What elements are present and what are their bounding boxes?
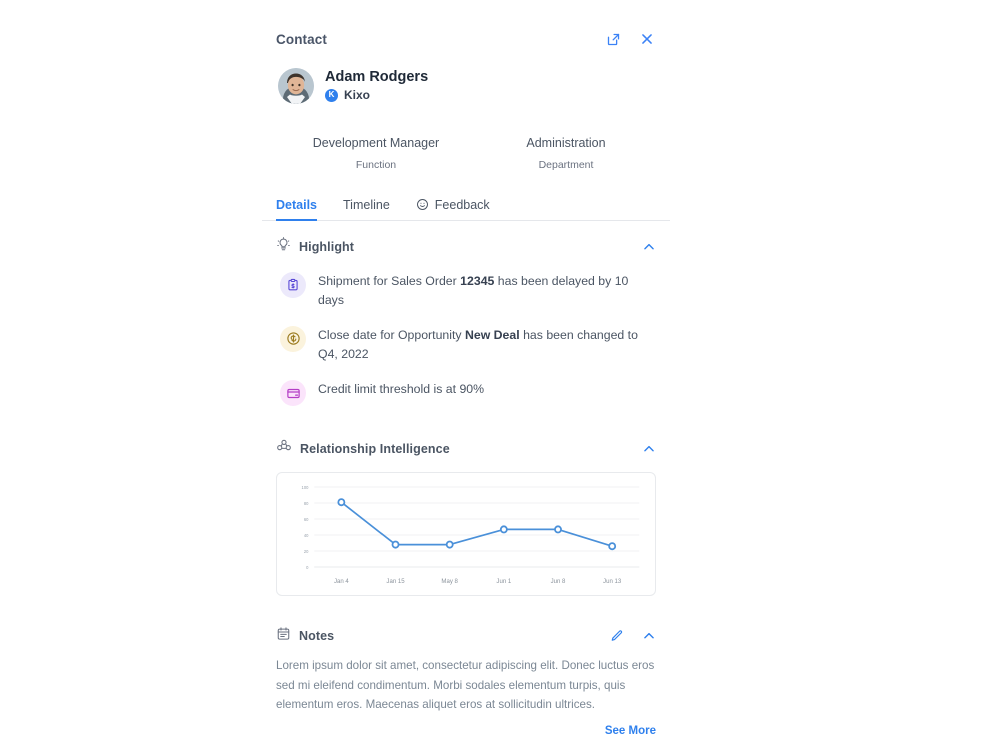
svg-text:60: 60 — [304, 517, 309, 522]
highlight-text-pre: Shipment for Sales Order — [318, 273, 461, 288]
company-name[interactable]: Kixo — [344, 88, 370, 102]
tab-label: Feedback — [434, 197, 490, 212]
notes-section: Notes Lorem ipsum dolor sit amet, consec… — [262, 610, 670, 741]
svg-text:20: 20 — [304, 549, 309, 554]
pencil-icon[interactable] — [610, 629, 624, 643]
section-title: Notes — [299, 629, 335, 644]
svg-text:40: 40 — [304, 533, 309, 538]
highlight-text: Close date for Opportunity New Deal has … — [318, 325, 656, 364]
close-icon[interactable] — [638, 30, 656, 48]
header-actions — [604, 30, 656, 48]
tab-timeline[interactable]: Timeline — [343, 198, 390, 221]
list-item[interactable]: Close date for Opportunity New Deal has … — [276, 325, 656, 364]
attribute-value: Administration — [526, 136, 606, 150]
list-item[interactable]: Shipment for Sales Order 12345 has been … — [276, 271, 656, 310]
section-title: Highlight — [299, 239, 355, 254]
attributes-row: Development Manager Function Administrat… — [262, 104, 670, 173]
svg-text:Jun 13: Jun 13 — [603, 578, 622, 585]
notes-header-left: Notes — [276, 626, 334, 646]
identity-block: Adam Rodgers K Kixo — [262, 48, 670, 104]
attribute-value: Development Manager — [312, 136, 440, 150]
chevron-up-icon[interactable] — [642, 629, 656, 643]
identity-text: Adam Rodgers K Kixo — [325, 68, 429, 102]
relationship-intelligence-section: Relationship Intelligence 0 20 40 60 80 100 Ja… — [262, 422, 670, 610]
highlight-header-right — [642, 240, 656, 254]
notes-header: Notes — [276, 610, 656, 646]
relationship-header-right — [642, 442, 656, 456]
highlight-section: Highlight Shipment for Sales Order 12345… — [262, 221, 670, 422]
notes-header-right — [610, 629, 656, 643]
people-group-icon — [276, 438, 292, 459]
highlight-text-pre: Credit limit threshold is at 90% — [318, 382, 485, 397]
see-more-link[interactable]: See More — [276, 714, 656, 741]
page-title: Contact — [276, 31, 327, 47]
tab-bar: Details Timeline Feedback — [262, 173, 670, 221]
svg-text:0: 0 — [306, 565, 309, 570]
relationship-header: Relationship Intelligence — [276, 422, 656, 459]
attribute-department: Administration Department — [476, 135, 656, 173]
svg-text:Jan 4: Jan 4 — [334, 578, 349, 585]
clipboard-dollar-icon — [280, 271, 306, 298]
chevron-up-icon[interactable] — [642, 240, 656, 254]
relationship-header-left: Relationship Intelligence — [276, 438, 450, 459]
highlight-text-strong: New Deal — [464, 327, 520, 342]
highlight-header-left: Highlight — [276, 237, 354, 257]
coin-dollar-icon — [280, 325, 306, 352]
svg-text:May 8: May 8 — [441, 578, 458, 585]
section-title: Relationship Intelligence — [300, 441, 450, 456]
lightbulb-icon — [276, 237, 291, 257]
open-in-new-icon[interactable] — [604, 30, 622, 48]
contact-detail-panel: Contact Adam Rodgers K Kixo Development … — [262, 0, 670, 741]
highlight-text-pre: Close date for Opportunity — [318, 327, 465, 342]
highlight-text: Shipment for Sales Order 12345 has been … — [318, 271, 656, 310]
company-row: K Kixo — [325, 88, 428, 102]
highlight-text: Credit limit threshold is at 90% — [318, 379, 484, 399]
tab-feedback[interactable]: Feedback — [416, 198, 490, 221]
svg-text:80: 80 — [304, 501, 309, 506]
attribute-label: Department — [538, 159, 594, 172]
attribute-label: Function — [355, 159, 397, 172]
credit-card-icon — [280, 380, 306, 407]
svg-text:Jan 15: Jan 15 — [386, 578, 405, 585]
tab-label: Timeline — [343, 197, 390, 212]
list-item[interactable]: Credit limit threshold is at 90% — [276, 379, 656, 407]
svg-text:100: 100 — [302, 485, 310, 490]
calendar-note-icon — [276, 626, 291, 646]
panel-header: Contact — [262, 0, 670, 48]
chevron-up-icon[interactable] — [642, 442, 656, 456]
screen: Contact Adam Rodgers K Kixo Development … — [0, 0, 1000, 741]
notes-body: Lorem ipsum dolor sit amet, consectetur … — [276, 659, 655, 712]
svg-text:Jun 8: Jun 8 — [551, 578, 566, 585]
highlight-text-strong: 12345 — [460, 273, 495, 288]
tab-details[interactable]: Details — [276, 198, 317, 221]
highlight-list: Shipment for Sales Order 12345 has been … — [276, 257, 656, 422]
person-name: Adam Rodgers — [325, 68, 429, 85]
relationship-chart-card: 0 20 40 60 80 100 Jan 4 Jan 15 May 8 Jun 1 Jun 8 Ju… — [276, 472, 656, 597]
tab-label: Details — [276, 197, 317, 212]
smiley-icon — [416, 198, 429, 211]
attribute-function: Development Manager Function — [276, 135, 476, 173]
avatar — [278, 68, 314, 104]
svg-text:Jun 1: Jun 1 — [496, 578, 511, 585]
relationship-line-chart[interactable]: 0 20 40 60 80 100 Jan 4 Jan 15 May 8 Jun 1 Jun 8 Ju… — [281, 479, 651, 591]
highlight-header: Highlight — [276, 221, 656, 257]
company-logo-icon: K — [325, 88, 338, 102]
